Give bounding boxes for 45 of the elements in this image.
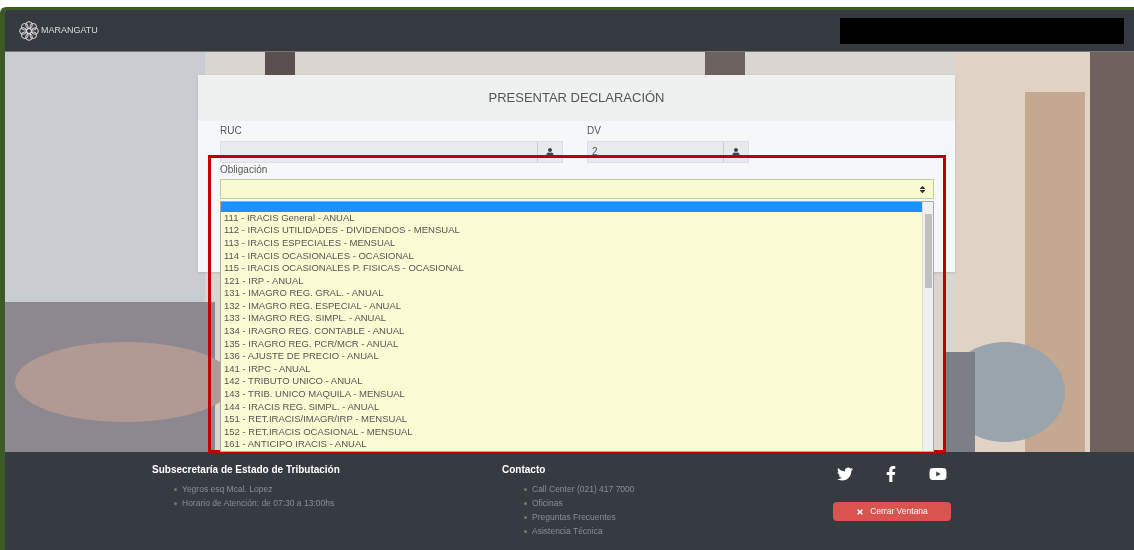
option-item[interactable]: 112 - IRACIS UTILIDADES - DIVIDENDOS - MENSUAL (221, 224, 922, 237)
brand-name: MARANGATU (41, 23, 98, 37)
option-item[interactable]: 161 - ANTICIPO IRACIS - ANUAL (221, 438, 922, 451)
option-item[interactable]: 133 - IMAGRO REG. SIMPL. - ANUAL (221, 312, 922, 326)
option-item[interactable]: 151 - RET.IRACIS/IMAGR/IRP - MENSUAL (221, 413, 922, 426)
youtube-icon[interactable] (929, 465, 947, 483)
option-item[interactable]: 114 - IRACIS OCASIONALES - OCASIONAL (221, 249, 922, 263)
close-window-button[interactable]: Cerrar Ventana (833, 502, 951, 521)
option-item[interactable]: 142 - TRIBUTO UNICO - ANUAL (221, 375, 922, 389)
option-item[interactable]: 135 - IRAGRO REG. PCR/MCR - ANUAL (221, 337, 922, 351)
field-label: RUC (220, 124, 243, 138)
footer-link[interactable]: Asistencia Técnica (532, 524, 603, 538)
footer-heading: Contacto (502, 463, 547, 477)
option-item[interactable]: 132 - IMAGRO REG. ESPECIAL - ANUAL (221, 299, 922, 313)
sort-caret-icon (918, 184, 927, 194)
bullet-icon (174, 501, 177, 505)
footer-text: Horario de Atención: de 07:30 a 13:00hs (182, 497, 335, 510)
bullet-icon (524, 487, 527, 491)
option-item[interactable]: 152 - RET.IRACIS OCASIONAL - MENSUAL (221, 425, 922, 439)
bullet-icon (524, 515, 527, 519)
field-label: Obligación (220, 163, 269, 177)
field-label: DV (587, 124, 602, 138)
close-icon (856, 507, 865, 516)
footer-link[interactable]: Oficinas (532, 496, 563, 510)
footer-heading: Subsecretaría de Estado de Tributación (152, 463, 341, 477)
option-item[interactable]: 141 - IRPC - ANUAL (221, 362, 922, 376)
option-item[interactable]: 143 - TRIB. UNICO MAQUILA - MENSUAL (221, 388, 922, 401)
twitter-icon[interactable] (837, 466, 853, 482)
option-item[interactable]: 113 - IRACIS ESPECIALES - MENSUAL (221, 236, 922, 250)
bullet-icon (174, 487, 177, 491)
footer-text: Yegros esq Mcal. Lopez (182, 483, 273, 496)
option-item[interactable]: 121 - IRP - ANUAL (221, 274, 922, 288)
option-item[interactable]: 111 - IRACIS General - ANUAL (221, 211, 922, 225)
option-item[interactable]: 136 - AJUSTE DE PRECIO - ANUAL (221, 350, 922, 363)
option-item[interactable]: 115 - IRACIS OCASIONALES P. FISICAS - OCASIONAL (221, 262, 922, 275)
flower-logo-icon (19, 20, 39, 41)
footer-link[interactable]: Call Center (021) 417 7000 (532, 482, 635, 496)
option-item[interactable]: 144 - IRACIS REG. SIMPL. - ANUAL (221, 400, 922, 414)
bullet-icon (524, 501, 527, 505)
bullet-icon (524, 529, 527, 533)
footer-link[interactable]: Preguntas Frecuentes (532, 510, 616, 524)
card-title: PRESENTAR DECLARACIÓN (488, 89, 665, 108)
option-item[interactable]: 134 - IRAGRO REG. CONTABLE - ANUAL (221, 325, 922, 338)
option-item[interactable]: 131 - IMAGRO REG. GRAL. - ANUAL (221, 287, 922, 300)
scrollbar[interactable] (922, 202, 933, 451)
